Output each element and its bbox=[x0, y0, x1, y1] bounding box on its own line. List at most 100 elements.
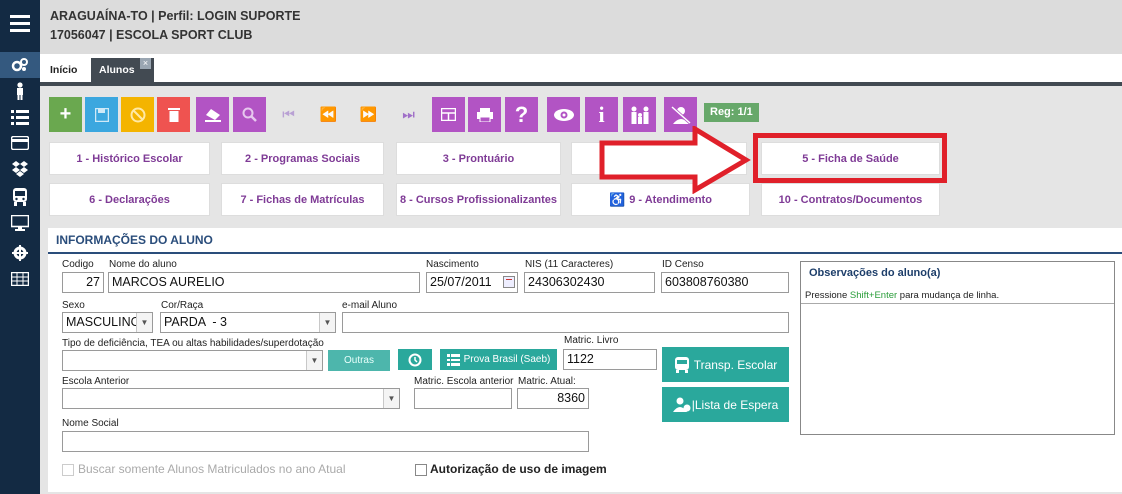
highlight-box bbox=[753, 133, 947, 183]
nome-social-label: Nome Social bbox=[62, 418, 119, 429]
history-button[interactable] bbox=[398, 349, 432, 370]
observacoes-title: Observações do aluno(a) bbox=[809, 267, 941, 279]
autorizacao-label: Autorização de uso de imagem bbox=[430, 462, 607, 476]
table-icon bbox=[441, 108, 456, 121]
cor-select[interactable]: PARDA - 3 ▼ bbox=[160, 312, 336, 333]
tab-fichas-de-matriculas[interactable]: 7 - Fichas de Matrículas bbox=[221, 183, 384, 216]
main-content: + ⏮ ⏪ ⏩ ⏭ ? i Reg: 1/1 1 - Histórico Esc… bbox=[40, 86, 1122, 494]
floppy-icon bbox=[94, 107, 109, 122]
observacoes-hint: Pressione Shift+Enter para mudança de li… bbox=[805, 290, 999, 301]
annotation-arrow bbox=[599, 126, 751, 194]
tab-contratos-documentos[interactable]: 10 - Contratos/Documentos bbox=[761, 183, 940, 216]
cancel-button[interactable] bbox=[121, 97, 154, 132]
autorizacao-checkbox[interactable] bbox=[415, 464, 427, 476]
nis-label: NIS (11 Caracteres) bbox=[525, 259, 614, 270]
prova-brasil-button[interactable]: Prova Brasil (Saeb) bbox=[440, 349, 557, 370]
tab-declaracoes[interactable]: 6 - Declarações bbox=[49, 183, 210, 216]
tab-inicio[interactable]: Início bbox=[42, 58, 85, 82]
table-icon[interactable] bbox=[0, 266, 40, 292]
last-record-icon[interactable]: ⏭ bbox=[392, 97, 425, 132]
sidebar bbox=[0, 0, 40, 494]
email-field[interactable] bbox=[342, 312, 789, 333]
observacoes-textarea[interactable] bbox=[801, 303, 1114, 435]
print-icon bbox=[476, 107, 493, 122]
delete-button[interactable] bbox=[157, 97, 190, 132]
nome-field[interactable]: MARCOS AURELIO bbox=[108, 272, 420, 293]
list-icon[interactable] bbox=[0, 104, 40, 130]
deficiencia-label: Tipo de deficiência, TEA ou altas habili… bbox=[62, 338, 324, 349]
tab-programas-sociais[interactable]: 2 - Programas Sociais bbox=[221, 142, 384, 175]
save-button[interactable] bbox=[85, 97, 118, 132]
nascimento-value: 25/07/2011 bbox=[430, 275, 492, 289]
transp-escolar-label: Transp. Escolar bbox=[693, 357, 778, 372]
menu-icon[interactable] bbox=[0, 10, 40, 36]
trash-icon bbox=[167, 108, 180, 122]
next-record-icon[interactable]: ⏩ bbox=[352, 97, 385, 132]
outras-button[interactable]: Outras bbox=[328, 350, 390, 371]
header-school: 17056047 | ESCOLA SPORT CLUB bbox=[50, 28, 253, 42]
nis-field[interactable]: 24306302430 bbox=[524, 272, 655, 293]
tab-bar: Início Alunos × bbox=[40, 54, 1122, 86]
observacoes-box: Observações do aluno(a) Pressione Shift+… bbox=[800, 261, 1115, 435]
prova-brasil-label: Prova Brasil (Saeb) bbox=[463, 354, 551, 365]
sexo-select[interactable]: MASCULINO ▼ bbox=[62, 312, 153, 333]
matric-escola-anterior-field[interactable] bbox=[414, 388, 512, 409]
lista-espera-label: |Lista de Espera bbox=[691, 397, 779, 412]
header: ARAGUAÍNA-TO | Perfil: LOGIN SUPORTE 170… bbox=[40, 0, 1122, 54]
dropbox-icon[interactable] bbox=[0, 156, 40, 182]
nome-label: Nome do aluno bbox=[109, 259, 177, 270]
email-label: e-mail Aluno bbox=[342, 300, 398, 311]
monitor-icon[interactable] bbox=[0, 210, 40, 236]
codigo-field[interactable]: 27 bbox=[62, 272, 104, 293]
calendar-icon[interactable] bbox=[503, 276, 515, 288]
tab-prontuario[interactable]: 3 - Prontuário bbox=[396, 142, 561, 175]
ban-icon bbox=[130, 107, 145, 122]
nome-social-field[interactable] bbox=[62, 431, 589, 452]
cor-value: PARDA - 3 bbox=[164, 315, 227, 329]
matric-livro-label: Matric. Livro bbox=[564, 335, 619, 346]
buscar-label: Buscar somente Alunos Matriculados no an… bbox=[78, 462, 346, 476]
matric-escola-anterior-label: Matric. Escola anterior bbox=[414, 376, 514, 387]
user-add-icon bbox=[672, 397, 691, 412]
add-button[interactable]: + bbox=[49, 97, 82, 132]
matric-livro-field[interactable]: 1122 bbox=[563, 349, 657, 370]
print-button[interactable] bbox=[468, 97, 501, 132]
escola-anterior-select[interactable]: ▼ bbox=[62, 388, 400, 409]
matric-atual-field[interactable]: 8360 bbox=[517, 388, 589, 409]
nascimento-field[interactable]: 25/07/2011 bbox=[426, 272, 518, 293]
person-icon[interactable] bbox=[0, 78, 40, 104]
tab-cursos-profissionalizantes[interactable]: 8 - Cursos Profissionalizantes bbox=[396, 183, 561, 216]
previous-record-icon[interactable]: ⏪ bbox=[312, 97, 345, 132]
transp-escolar-button[interactable]: Transp. Escolar bbox=[662, 347, 789, 382]
idcenso-label: ID Censo bbox=[662, 259, 704, 270]
close-icon[interactable]: × bbox=[140, 58, 151, 69]
user-slash-icon bbox=[670, 105, 691, 124]
panel-title: INFORMAÇÕES DO ALUNO bbox=[56, 233, 213, 247]
bus-icon[interactable] bbox=[0, 184, 40, 210]
hint-suffix: para mudança de linha. bbox=[897, 290, 1000, 301]
idcenso-field[interactable]: 603808760380 bbox=[661, 272, 789, 293]
lista-espera-button[interactable]: |Lista de Espera bbox=[662, 387, 789, 422]
sexo-label: Sexo bbox=[62, 300, 85, 311]
eraser-icon bbox=[204, 108, 221, 122]
tab-historico-escolar[interactable]: 1 - Histórico Escolar bbox=[49, 142, 210, 175]
codigo-label: Codigo bbox=[62, 259, 94, 270]
settings-cogs-icon[interactable] bbox=[0, 52, 40, 78]
deficiencia-select[interactable]: ▼ bbox=[62, 350, 323, 371]
eraser-button[interactable] bbox=[196, 97, 229, 132]
view-button[interactable] bbox=[547, 97, 580, 132]
student-info-panel: INFORMAÇÕES DO ALUNO Codigo 27 Nome do a… bbox=[48, 228, 1122, 492]
gear-icon[interactable] bbox=[0, 240, 40, 266]
help-button[interactable]: ? bbox=[505, 97, 538, 132]
chevron-down-icon: ▼ bbox=[136, 313, 152, 332]
escola-anterior-label: Escola Anterior bbox=[62, 376, 130, 387]
panel-divider bbox=[48, 252, 1122, 254]
card-icon[interactable] bbox=[0, 130, 40, 156]
chevron-down-icon: ▼ bbox=[306, 351, 322, 370]
first-record-icon[interactable]: ⏮ bbox=[272, 97, 305, 132]
grid-button[interactable] bbox=[432, 97, 465, 132]
buscar-checkbox[interactable] bbox=[62, 464, 74, 476]
record-counter-badge: Reg: 1/1 bbox=[704, 103, 759, 122]
search-button[interactable] bbox=[233, 97, 266, 132]
family-icon bbox=[631, 106, 648, 124]
